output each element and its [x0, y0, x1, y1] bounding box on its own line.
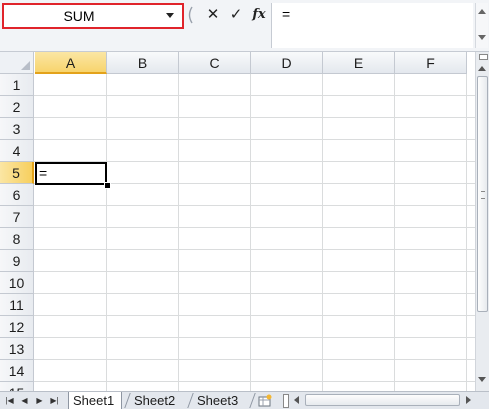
horizontal-scroll-thumb[interactable]: [305, 394, 460, 406]
resize-handle-icon[interactable]: [186, 6, 194, 24]
column-header-b[interactable]: B: [107, 52, 179, 74]
column-header-a[interactable]: A: [35, 52, 107, 74]
row-header-13[interactable]: 13: [0, 338, 34, 360]
row-header-6[interactable]: 6: [0, 184, 34, 206]
row-header-8[interactable]: 8: [0, 228, 34, 250]
gridline: [394, 74, 395, 391]
gridline: [34, 315, 475, 316]
sheet-tab-sheet1[interactable]: Sheet1: [68, 392, 122, 409]
row-header-3[interactable]: 3: [0, 118, 34, 140]
vertical-scroll-thumb[interactable]: [477, 76, 488, 312]
formula-bar-expand-button[interactable]: [475, 3, 488, 48]
gridline: [178, 74, 179, 391]
gridline: [34, 205, 475, 206]
gridline: [34, 139, 475, 140]
insert-function-icon[interactable]: fx: [248, 5, 270, 25]
gridline: [250, 74, 251, 391]
last-sheet-icon[interactable]: ▶|: [48, 394, 61, 407]
grip-icon: [481, 191, 485, 199]
gridline: [34, 381, 475, 382]
scroll-right-icon[interactable]: [466, 396, 471, 404]
scroll-left-icon[interactable]: [294, 396, 299, 404]
split-box[interactable]: [479, 54, 488, 60]
sheet-tab-bar: |◀ ◀ ▶ ▶| Sheet1 Sheet2 Sheet3: [0, 391, 489, 409]
chevron-down-icon[interactable]: [166, 13, 174, 18]
row-header-4[interactable]: 4: [0, 140, 34, 162]
enter-icon[interactable]: ✓: [226, 5, 246, 25]
gridline: [34, 359, 475, 360]
select-all-icon[interactable]: [21, 61, 30, 70]
row-header-5[interactable]: 5: [0, 162, 34, 184]
name-box[interactable]: SUM: [2, 3, 184, 29]
first-sheet-icon[interactable]: |◀: [3, 394, 16, 407]
sheet-tab-sheet2[interactable]: Sheet2: [130, 392, 186, 409]
column-header-d[interactable]: D: [251, 52, 323, 74]
cancel-icon[interactable]: ✕: [203, 5, 223, 25]
spreadsheet-grid[interactable]: ABCDEF123456789101112131415=: [0, 52, 475, 391]
gridline: [34, 227, 475, 228]
row-header-1[interactable]: 1: [0, 74, 34, 96]
gridline: [466, 74, 467, 391]
column-header-c[interactable]: C: [179, 52, 251, 74]
gridline: [34, 117, 475, 118]
insert-worksheet-icon[interactable]: [257, 394, 273, 407]
active-cell[interactable]: =: [35, 162, 107, 185]
row-header-12[interactable]: 12: [0, 316, 34, 338]
gridline: [34, 271, 475, 272]
chevron-down-icon[interactable]: [478, 35, 486, 40]
row-header-11[interactable]: 11: [0, 294, 34, 316]
scroll-up-icon[interactable]: [478, 66, 486, 71]
scroll-down-icon[interactable]: [478, 377, 486, 382]
sheet-tab-sheet3[interactable]: Sheet3: [193, 392, 249, 409]
column-header-e[interactable]: E: [323, 52, 395, 74]
select-all-button[interactable]: [0, 52, 34, 74]
tab-divider: [249, 393, 256, 408]
formula-input[interactable]: =: [271, 3, 473, 48]
row-header-14[interactable]: 14: [0, 360, 34, 382]
row-header-15[interactable]: 15: [0, 382, 34, 391]
next-sheet-icon[interactable]: ▶: [33, 394, 46, 407]
column-header-f[interactable]: F: [395, 52, 467, 74]
formula-bar-area: SUM ✕ ✓ fx =: [0, 0, 489, 52]
row-header-9[interactable]: 9: [0, 250, 34, 272]
prev-sheet-icon[interactable]: ◀: [18, 394, 31, 407]
row-header-10[interactable]: 10: [0, 272, 34, 294]
row-header-7[interactable]: 7: [0, 206, 34, 228]
fill-handle[interactable]: [104, 182, 111, 189]
vertical-scrollbar[interactable]: [475, 52, 489, 391]
row-header-2[interactable]: 2: [0, 96, 34, 118]
name-box-value[interactable]: SUM: [4, 5, 154, 27]
gridline: [34, 293, 475, 294]
gridline: [34, 95, 475, 96]
split-box[interactable]: [283, 394, 289, 408]
gridline: [322, 74, 323, 391]
gridline: [106, 74, 107, 391]
gridline: [34, 337, 475, 338]
chevron-up-icon[interactable]: [478, 9, 486, 14]
gridline: [34, 249, 475, 250]
